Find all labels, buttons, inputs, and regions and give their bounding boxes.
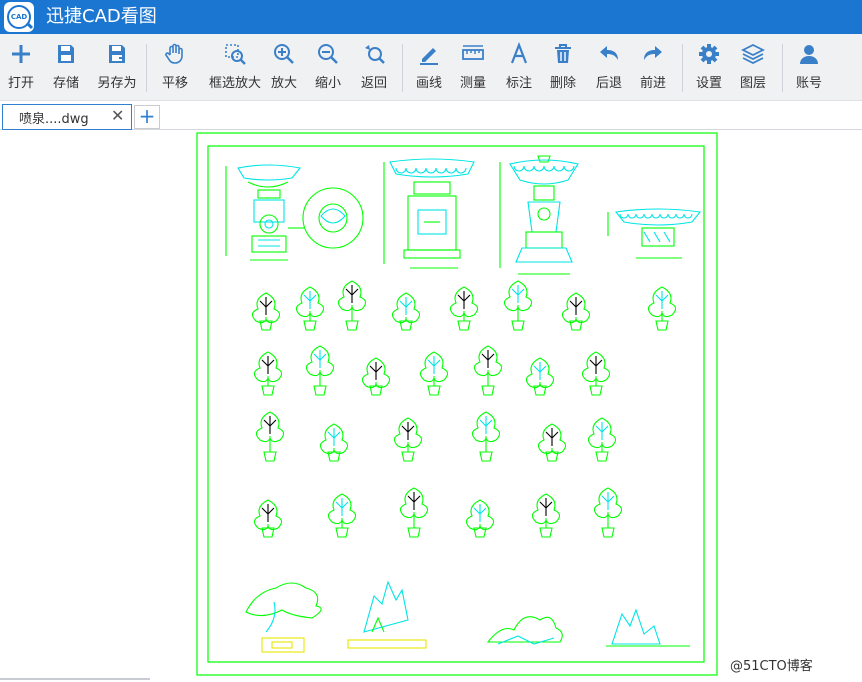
plant-symbol	[319, 423, 349, 462]
plant-symbol	[337, 280, 367, 331]
plant-symbol	[253, 499, 283, 538]
plant-symbol	[327, 493, 357, 538]
app-logo-icon: CAD	[4, 2, 34, 32]
plant-symbol	[531, 493, 561, 538]
gear-icon	[699, 44, 719, 64]
open-button[interactable]: 打开	[4, 42, 38, 94]
document-tab[interactable]: 喷泉....dwg ✕	[2, 104, 132, 131]
bonsai-and-rockery	[245, 580, 690, 653]
fountain-elevation	[607, 208, 702, 259]
plant-symbol	[251, 292, 281, 331]
toolbar-separator	[402, 44, 403, 92]
settings-button[interactable]: 设置	[692, 42, 726, 94]
plant-symbol	[305, 345, 335, 396]
pen-icon	[420, 48, 438, 65]
title-bar: CAD 迅捷CAD看图	[0, 0, 862, 34]
save-as-button[interactable]: 另存为	[94, 42, 140, 94]
trash-icon	[555, 44, 571, 63]
plant-symbol	[537, 423, 567, 462]
add-tab-button[interactable]: +	[134, 105, 160, 129]
scrollbar-track	[0, 678, 150, 680]
plant-symbol	[391, 292, 421, 331]
box-zoom-icon	[225, 44, 246, 65]
box-zoom-button[interactable]: 框选放大	[206, 42, 264, 94]
potted-plants	[251, 280, 677, 538]
plant-symbol	[581, 351, 611, 396]
plant-symbol	[255, 411, 285, 462]
document-tab-bar: 喷泉....dwg ✕ +	[0, 101, 862, 131]
ruler-icon	[462, 45, 484, 60]
plant-symbol	[647, 286, 677, 331]
toolbar-separator	[682, 44, 683, 92]
toolbar-separator	[146, 44, 147, 92]
plant-symbol	[587, 417, 617, 462]
fountain-elevation	[383, 158, 475, 269]
fountain-elevation	[499, 155, 579, 275]
plant-symbol	[503, 280, 533, 331]
user-icon	[800, 45, 818, 64]
redo-button[interactable]: 前进	[636, 42, 670, 94]
plant-symbol	[471, 411, 501, 462]
account-button[interactable]: 账号	[792, 42, 826, 94]
zoom-in-icon	[274, 44, 294, 64]
plant-symbol	[561, 292, 591, 331]
plant-symbol	[393, 417, 423, 462]
return-zoom-icon	[365, 45, 385, 64]
layers-icon	[741, 43, 765, 65]
document-tab-label: 喷泉....dwg	[19, 112, 89, 127]
plant-symbol	[361, 357, 391, 396]
zoom-out-icon	[318, 44, 338, 64]
plant-symbol	[593, 487, 623, 538]
plant-symbol	[525, 357, 555, 396]
plant-symbol	[419, 351, 449, 396]
toolbar-separator	[782, 44, 783, 92]
close-tab-icon[interactable]: ✕	[111, 106, 124, 125]
save-as-icon	[109, 45, 125, 63]
watermark: @51CTO博客	[730, 659, 813, 674]
toolbar: 打开 存储 另存为 平移 框选放大 放大 缩小 返回 画线 测量 标注 删除 后…	[0, 34, 862, 101]
pan-button[interactable]: 平移	[158, 42, 192, 94]
plant-symbol	[253, 351, 283, 396]
plant-symbol	[449, 286, 479, 331]
plant-symbol	[465, 499, 495, 538]
delete-button[interactable]: 删除	[546, 42, 580, 94]
app-title: 迅捷CAD看图	[46, 6, 157, 27]
hand-icon	[165, 43, 183, 64]
redo-arrow-icon	[644, 46, 662, 60]
fountain-elevation	[225, 164, 364, 261]
text-a-icon	[510, 42, 528, 64]
plus-icon	[12, 45, 30, 63]
cad-drawing	[196, 132, 718, 676]
drawing-canvas[interactable]	[0, 130, 862, 682]
layers-button[interactable]: 图层	[736, 42, 770, 94]
undo-button[interactable]: 后退	[592, 42, 626, 94]
zoom-out-button[interactable]: 缩小	[312, 42, 344, 94]
plant-symbol	[295, 286, 325, 331]
save-button[interactable]: 存储	[48, 42, 84, 94]
zoom-in-button[interactable]: 放大	[268, 42, 300, 94]
measure-button[interactable]: 测量	[456, 42, 490, 94]
plant-symbol	[473, 345, 503, 396]
draw-line-button[interactable]: 画线	[412, 42, 446, 94]
plant-symbol	[399, 487, 429, 538]
annotate-button[interactable]: 标注	[502, 42, 536, 94]
floppy-disk-icon	[58, 45, 74, 63]
undo-arrow-icon	[600, 46, 618, 60]
return-button[interactable]: 返回	[358, 42, 390, 94]
